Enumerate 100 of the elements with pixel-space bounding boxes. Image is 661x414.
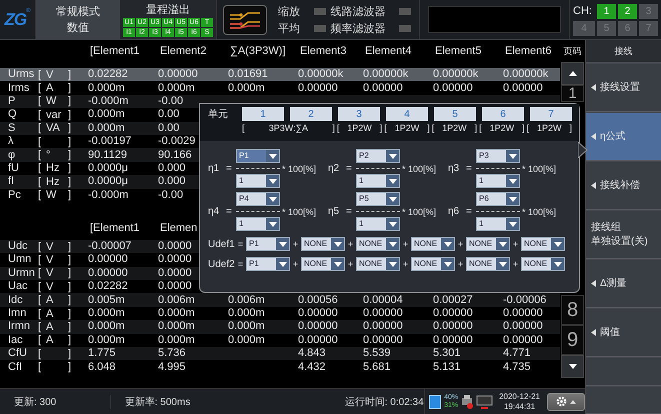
dropdown[interactable]: 1 xyxy=(356,217,400,231)
unit-bracket: ] xyxy=(68,308,72,320)
sidebar-button[interactable]: Δ测量 xyxy=(586,259,661,308)
caret-down-icon xyxy=(388,178,396,184)
unit-button[interactable]: 4 xyxy=(386,107,428,121)
equals-sign: = xyxy=(466,206,473,217)
table-cell: 0.000m xyxy=(158,334,195,347)
dropdown[interactable]: NONE xyxy=(356,257,400,271)
caret-left-icon xyxy=(591,133,596,140)
page-number[interactable]: 8 xyxy=(561,295,584,325)
dropdown[interactable]: NONE xyxy=(466,237,510,251)
page-down-button[interactable] xyxy=(561,355,584,378)
unit-button[interactable]: 6 xyxy=(482,107,524,121)
table-cell: 0.00000 xyxy=(363,307,403,320)
table-cell: 0.00000 xyxy=(298,320,338,334)
unit-bracket: ] xyxy=(68,348,72,360)
page-number[interactable]: 1 xyxy=(561,85,584,102)
table-row[interactable]: Irms [ A ] 0.000m 0.000m 0.000m 0.00000 0.00000 0.00000 0.00000 xyxy=(0,81,560,95)
formula-label: η1 xyxy=(208,163,220,174)
dropdown[interactable]: 1 xyxy=(236,217,280,231)
table-cell: 0.00000 xyxy=(298,82,338,95)
dropdown[interactable]: P5 xyxy=(356,192,400,206)
table-cell: 0.0000μ xyxy=(88,175,128,188)
settings-button[interactable] xyxy=(547,392,585,410)
wiring-text: 1P2W xyxy=(442,123,467,133)
unit-button[interactable]: 3 xyxy=(338,107,380,121)
dropdown[interactable]: 1 xyxy=(356,174,400,188)
table-row[interactable]: Imn [ A ] 0.000m 0.000m 0.000m 0.00000 0.00000 0.00000 0.00000 xyxy=(0,306,560,320)
page-up-button[interactable] xyxy=(561,62,584,85)
table-row[interactable]: Iac [ A ] 0.000m 0.000m 0.000m 0.00000 0.00000 0.00000 0.00000 xyxy=(0,334,560,348)
table-cell: 0.00000 xyxy=(88,266,128,280)
table-cell: 90.166 xyxy=(158,148,192,162)
table-row[interactable]: Urms [ V ] 0.02282 0.00000 0.01691 0.00000k 0.00000k 0.00000k 0.00000k xyxy=(0,68,560,82)
equals-sign: = xyxy=(226,163,233,174)
wiring-text: 1P2W xyxy=(490,123,514,133)
unit-button[interactable]: 2 xyxy=(290,107,332,121)
dropdown[interactable]: P4 xyxy=(236,192,280,206)
bracket-text: ] xyxy=(427,123,430,133)
table-row[interactable]: CfI [ ] 6.048 4.995 4.432 5.681 5.131 4.735 xyxy=(0,360,560,374)
bracket-text: ] xyxy=(522,123,525,133)
unit-bracket: ] xyxy=(68,176,72,188)
table-cell: 0.00000 xyxy=(298,307,338,320)
unit-text: A xyxy=(46,334,54,346)
wiring-button[interactable] xyxy=(222,4,266,34)
table-cell: 0.0000 xyxy=(158,240,192,254)
table-cell: 0.000m xyxy=(228,82,265,95)
dropdown[interactable]: 1 xyxy=(476,217,520,231)
table-cell: 0.00056 xyxy=(298,294,338,307)
table-cell: 0.00000 xyxy=(363,334,403,347)
row-name: λ xyxy=(7,135,14,148)
mode-text: 常规模式 xyxy=(56,5,100,20)
dropdown[interactable]: P1 xyxy=(246,237,290,251)
sidebar-button[interactable]: η公式 xyxy=(586,112,661,161)
dropdown[interactable]: NONE xyxy=(411,237,455,251)
unit-button[interactable]: 1 xyxy=(242,107,284,121)
table-cell: 4.432 xyxy=(298,360,326,374)
unit-text: Hz xyxy=(46,176,60,188)
dropdown[interactable]: P3 xyxy=(476,149,520,163)
dropdown[interactable]: NONE xyxy=(411,257,455,271)
sidebar-button[interactable]: 接线补偿 xyxy=(586,161,661,210)
sidebar-button[interactable]: 阈值 xyxy=(586,308,661,357)
dropdown[interactable]: NONE xyxy=(301,237,345,251)
dropdown[interactable]: NONE xyxy=(521,257,565,271)
unit-button[interactable]: 5 xyxy=(434,107,476,121)
dropdown[interactable]: NONE xyxy=(521,237,565,251)
sidebar-button[interactable]: 接线设置 xyxy=(586,63,661,112)
unit-button[interactable]: 7 xyxy=(530,107,572,121)
sidebar-button[interactable]: 接线组 单独设置(关) xyxy=(586,210,661,259)
row-name: Imn xyxy=(7,307,28,320)
caret-left-icon xyxy=(591,84,596,91)
table-row[interactable]: Idc [ A ] 0.005m 0.006m 0.006m 0.00056 0.00004 0.00027 -0.00006 xyxy=(0,293,560,307)
unit-text: VA xyxy=(46,122,61,134)
unit-bracket: [ xyxy=(38,108,42,121)
unit-text: V xyxy=(46,254,54,266)
unit-text: A xyxy=(46,308,54,320)
caret-down-icon xyxy=(388,242,396,246)
bracket-text: ] xyxy=(332,123,335,133)
plus-sign: + xyxy=(347,259,354,269)
dropdown[interactable]: NONE xyxy=(356,237,400,251)
factor-text: * 100[%] xyxy=(401,206,438,216)
row-name: Iac xyxy=(7,334,24,347)
table-row[interactable]: Irmn [ A ] 0.000m 0.000m 0.000m 0.00000 0.00000 0.00000 0.00000 xyxy=(0,320,560,334)
table-cell: 0.00000 xyxy=(433,82,473,95)
table-cell: 0.000m xyxy=(88,320,125,334)
dropdown[interactable]: P1 xyxy=(236,149,280,163)
wiring-text: 3P3W:∑A xyxy=(268,123,308,133)
dropdown[interactable]: NONE xyxy=(466,257,510,271)
plus-sign: + xyxy=(457,239,464,249)
dropdown[interactable]: 1 xyxy=(236,174,280,188)
dropdown[interactable]: P2 xyxy=(356,149,400,163)
table-row[interactable]: CfU [ ] 1.775 5.736 4.843 5.539 5.301 4.771 xyxy=(0,347,560,360)
unit-bracket: ] xyxy=(68,334,72,346)
dropdown[interactable]: NONE xyxy=(301,257,345,271)
caret-down-icon xyxy=(388,154,396,158)
dropdown[interactable]: 1 xyxy=(476,174,520,188)
dropdown[interactable]: P6 xyxy=(476,192,520,206)
switch-label: 频率滤波器 xyxy=(330,22,386,36)
page-number[interactable]: 9 xyxy=(561,325,584,355)
plus-sign: + xyxy=(402,239,409,249)
dropdown[interactable]: P1 xyxy=(246,257,290,271)
